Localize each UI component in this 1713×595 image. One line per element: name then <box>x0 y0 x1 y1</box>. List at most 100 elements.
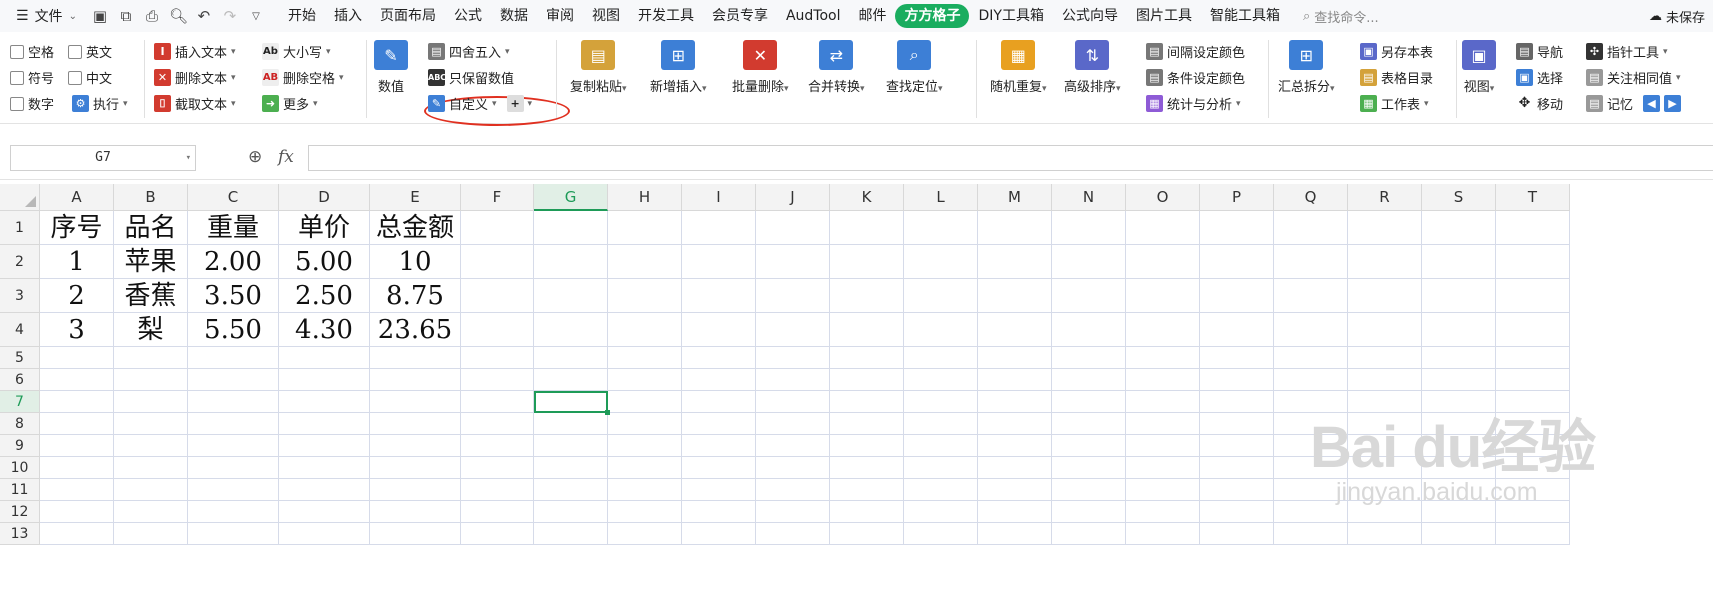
cell-B10[interactable] <box>114 457 188 479</box>
cell-J10[interactable] <box>756 457 830 479</box>
cell-O7[interactable] <box>1126 391 1200 413</box>
cell-M8[interactable] <box>978 413 1052 435</box>
cell-L3[interactable] <box>904 279 978 313</box>
cell-F4[interactable] <box>461 313 534 347</box>
interval-color-button[interactable]: ▤ 间隔设定颜色 <box>1146 42 1245 61</box>
cell-K5[interactable] <box>830 347 904 369</box>
merge-convert-button[interactable]: ⇄ 合并转换▾ <box>808 40 865 95</box>
cell-C6[interactable] <box>188 369 279 391</box>
summary-split-button[interactable]: ⊞ 汇总拆分▾ <box>1278 40 1335 95</box>
cell-Q6[interactable] <box>1274 369 1348 391</box>
cell-G8[interactable] <box>534 413 608 435</box>
cell-K4[interactable] <box>830 313 904 347</box>
cell-K1[interactable] <box>830 211 904 245</box>
cell-H5[interactable] <box>608 347 682 369</box>
cell-P1[interactable] <box>1200 211 1274 245</box>
select-button[interactable]: ▣ 选择 <box>1516 68 1563 87</box>
cell-E10[interactable] <box>370 457 461 479</box>
cell-C4[interactable]: 5.50 <box>188 313 279 347</box>
cell-I6[interactable] <box>682 369 756 391</box>
cell-O5[interactable] <box>1126 347 1200 369</box>
cell-K2[interactable] <box>830 245 904 279</box>
cell-D5[interactable] <box>279 347 370 369</box>
cell-A2[interactable]: 1 <box>40 245 114 279</box>
extract-text-button[interactable]: ⌷ 截取文本 ▾ <box>154 94 236 113</box>
cell-C3[interactable]: 3.50 <box>188 279 279 313</box>
cell-Q1[interactable] <box>1274 211 1348 245</box>
cell-F7[interactable] <box>461 391 534 413</box>
cell-J9[interactable] <box>756 435 830 457</box>
cell-C7[interactable] <box>188 391 279 413</box>
cell-P9[interactable] <box>1200 435 1274 457</box>
cell-I8[interactable] <box>682 413 756 435</box>
cell-H13[interactable] <box>608 523 682 545</box>
cell-G6[interactable] <box>534 369 608 391</box>
command-search[interactable]: ⌕ 查找命令... <box>1303 7 1379 26</box>
ribbon-tab[interactable]: 会员专享 <box>703 4 777 28</box>
cell-C2[interactable]: 2.00 <box>188 245 279 279</box>
cell-E8[interactable] <box>370 413 461 435</box>
row-header[interactable]: 5 <box>0 347 40 369</box>
cell-D8[interactable] <box>279 413 370 435</box>
cell-I1[interactable] <box>682 211 756 245</box>
cell-F12[interactable] <box>461 501 534 523</box>
cell-E5[interactable] <box>370 347 461 369</box>
cell-F5[interactable] <box>461 347 534 369</box>
ribbon-tab[interactable]: 审阅 <box>537 4 583 28</box>
cell-H8[interactable] <box>608 413 682 435</box>
cell-L13[interactable] <box>904 523 978 545</box>
cell-Q2[interactable] <box>1274 245 1348 279</box>
cell-L2[interactable] <box>904 245 978 279</box>
row-header[interactable]: 10 <box>0 457 40 479</box>
cell-N9[interactable] <box>1052 435 1126 457</box>
cell-D13[interactable] <box>279 523 370 545</box>
memory-button[interactable]: ▤ 记忆 ◀ ▶ <box>1586 94 1682 113</box>
cell-S2[interactable] <box>1422 245 1496 279</box>
cell-M6[interactable] <box>978 369 1052 391</box>
cell-M13[interactable] <box>978 523 1052 545</box>
cell-B7[interactable] <box>114 391 188 413</box>
cell-N13[interactable] <box>1052 523 1126 545</box>
cell-M7[interactable] <box>978 391 1052 413</box>
cell-I5[interactable] <box>682 347 756 369</box>
cell-M1[interactable] <box>978 211 1052 245</box>
cell-J7[interactable] <box>756 391 830 413</box>
cell-D12[interactable] <box>279 501 370 523</box>
cell-R2[interactable] <box>1348 245 1422 279</box>
delete-text-button[interactable]: ✕ 删除文本 ▾ <box>154 68 236 87</box>
cell-R4[interactable] <box>1348 313 1422 347</box>
cell-B6[interactable] <box>114 369 188 391</box>
cloud-save-status[interactable]: ☁ 未保存 <box>1649 7 1705 26</box>
cell-I11[interactable] <box>682 479 756 501</box>
cell-I4[interactable] <box>682 313 756 347</box>
cell-T5[interactable] <box>1496 347 1570 369</box>
cell-N10[interactable] <box>1052 457 1126 479</box>
column-header[interactable]: G <box>534 184 608 211</box>
cell-H3[interactable] <box>608 279 682 313</box>
cell-C12[interactable] <box>188 501 279 523</box>
cell-D11[interactable] <box>279 479 370 501</box>
cell-O1[interactable] <box>1126 211 1200 245</box>
column-header[interactable]: P <box>1200 184 1274 211</box>
print-preview-icon[interactable]: 🔍︎ <box>169 7 188 25</box>
cell-R1[interactable] <box>1348 211 1422 245</box>
ribbon-tab[interactable]: 数据 <box>491 4 537 28</box>
select-all-corner[interactable] <box>0 184 40 211</box>
cell-O13[interactable] <box>1126 523 1200 545</box>
cell-G12[interactable] <box>534 501 608 523</box>
cell-N12[interactable] <box>1052 501 1126 523</box>
cell-H1[interactable] <box>608 211 682 245</box>
cell-L9[interactable] <box>904 435 978 457</box>
cell-N4[interactable] <box>1052 313 1126 347</box>
cell-Q3[interactable] <box>1274 279 1348 313</box>
cell-J2[interactable] <box>756 245 830 279</box>
cell-J3[interactable] <box>756 279 830 313</box>
cell-C11[interactable] <box>188 479 279 501</box>
cell-R3[interactable] <box>1348 279 1422 313</box>
cell-S1[interactable] <box>1422 211 1496 245</box>
cell-G5[interactable] <box>534 347 608 369</box>
cell-M2[interactable] <box>978 245 1052 279</box>
cell-K13[interactable] <box>830 523 904 545</box>
column-header[interactable]: F <box>461 184 534 211</box>
print-icon[interactable]: ⎙ <box>143 7 161 25</box>
